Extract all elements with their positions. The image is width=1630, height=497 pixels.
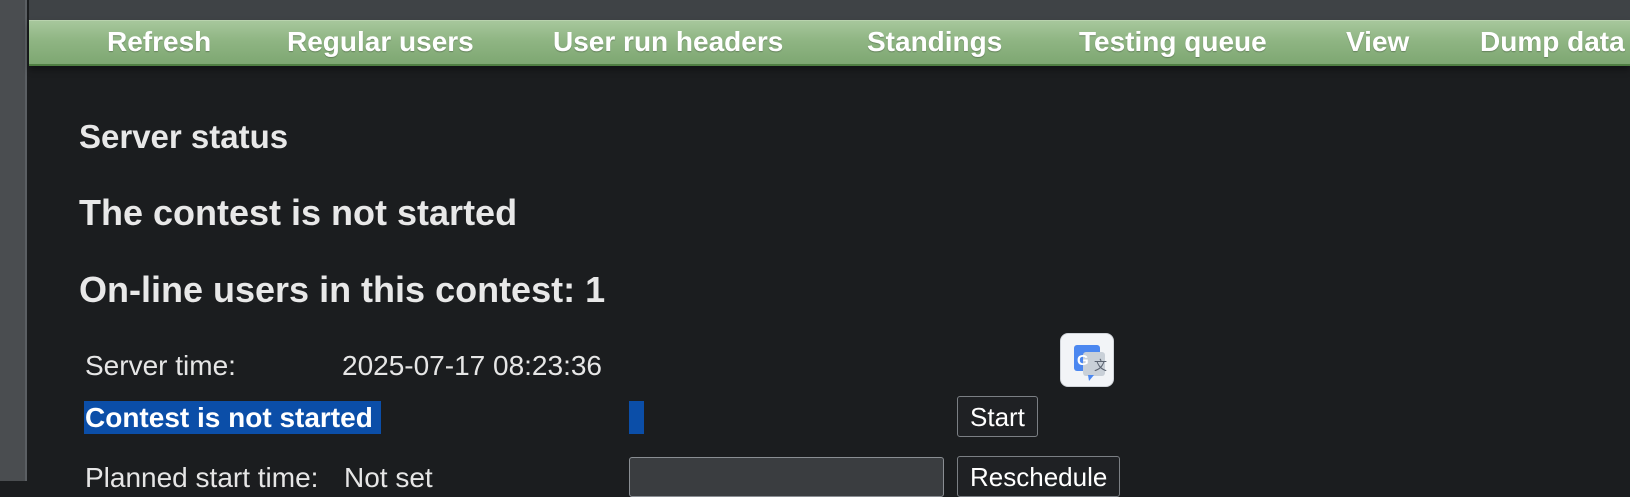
menu-item-regular-users[interactable]: Regular users xyxy=(287,26,474,58)
top-band xyxy=(29,0,1630,20)
page-title: Server status xyxy=(79,118,289,155)
selection-highlight xyxy=(629,401,644,434)
menu-item-testing-queue[interactable]: Testing queue xyxy=(1079,26,1267,58)
menu-item-dump-data[interactable]: Dump data xyxy=(1480,26,1625,58)
planned-start-label: Planned start time: xyxy=(85,462,319,493)
menu-item-standings[interactable]: Standings xyxy=(867,26,1002,58)
menu-item-user-run-headers[interactable]: User run headers xyxy=(553,26,783,58)
svg-text:G: G xyxy=(1077,352,1089,369)
contest-state-heading: The contest is not started xyxy=(79,192,518,233)
reschedule-time-input[interactable] xyxy=(629,457,944,497)
server-time-value: 2025-07-17 08:23:36 xyxy=(342,350,602,381)
contest-status-selected-text: Contest is not started xyxy=(84,401,381,434)
google-translate-icon: G 文 xyxy=(1074,345,1107,381)
left-window-edge xyxy=(0,0,27,481)
main-menu-bar: Refresh Regular users User run headers S… xyxy=(29,20,1630,66)
menu-item-refresh[interactable]: Refresh xyxy=(107,26,211,58)
menu-item-view[interactable]: View xyxy=(1346,26,1409,58)
server-time-label: Server time: xyxy=(85,350,236,381)
online-users-heading: On-line users in this contest: 1 xyxy=(79,269,606,310)
reschedule-button[interactable]: Reschedule xyxy=(957,456,1121,497)
svg-text:文: 文 xyxy=(1094,359,1107,374)
planned-start-value: Not set xyxy=(344,462,433,493)
translate-button[interactable]: G 文 xyxy=(1060,333,1114,387)
start-button[interactable]: Start xyxy=(957,396,1038,437)
